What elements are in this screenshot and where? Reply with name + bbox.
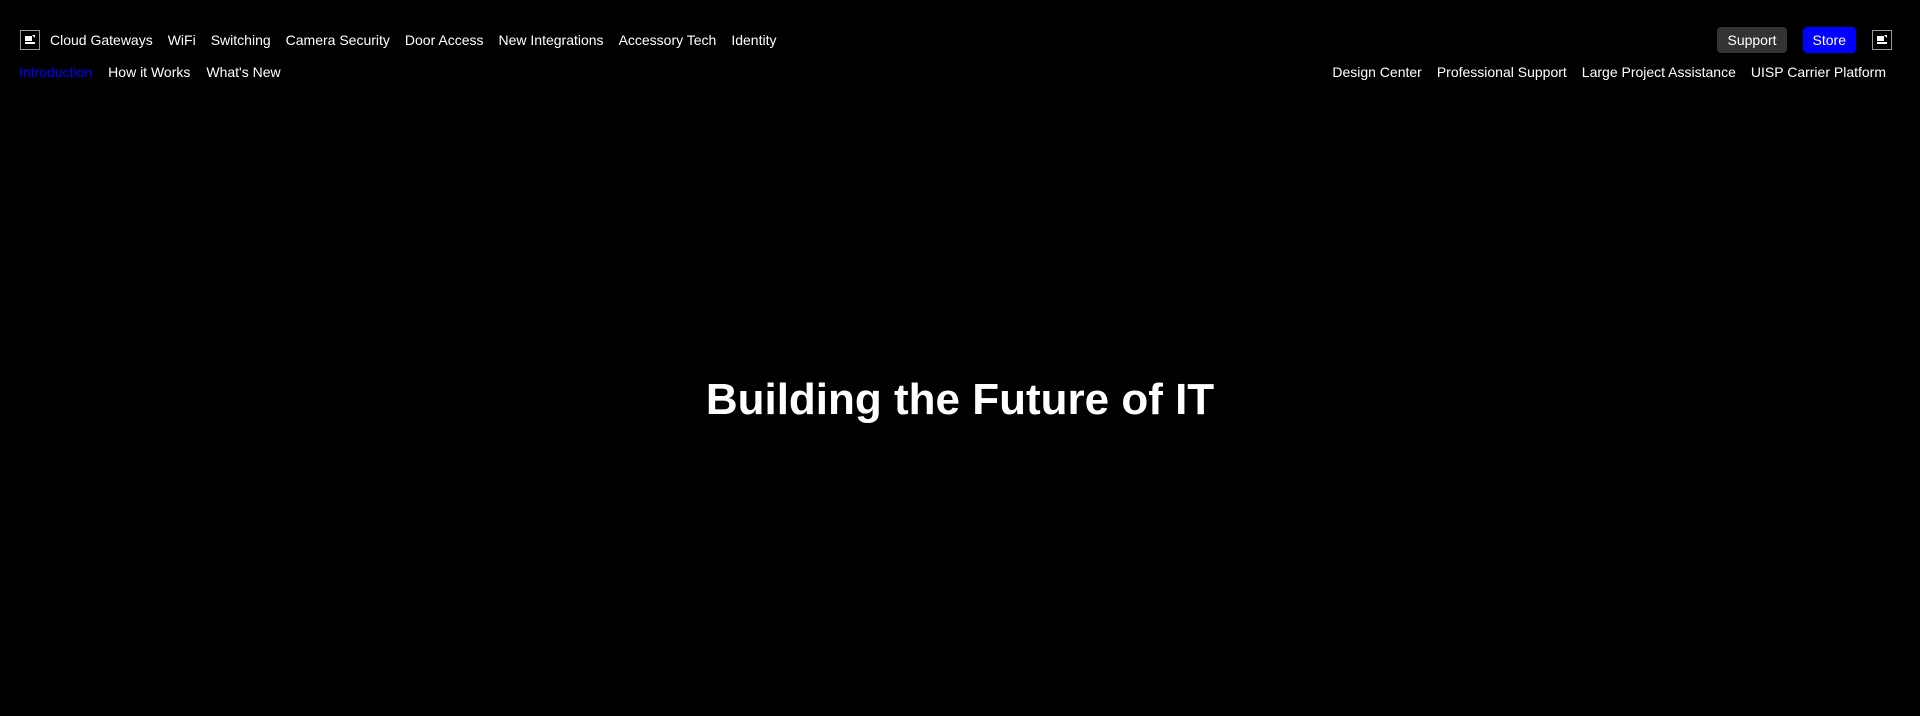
subnav-whats-new[interactable]: What's New — [206, 64, 280, 80]
section-nav: Introduction How it Works What's New — [19, 64, 297, 80]
subnav-design-center[interactable]: Design Center — [1332, 64, 1422, 80]
resources-nav: Design Center Professional Support Large… — [1317, 64, 1886, 80]
secondary-navigation: Introduction How it Works What's New Des… — [19, 62, 1886, 82]
nav-accessory-tech[interactable]: Accessory Tech — [619, 32, 717, 48]
page: Cloud Gateways WiFi Switching Camera Sec… — [0, 0, 1920, 716]
support-button[interactable]: Support — [1717, 27, 1787, 53]
nav-cloud-gateways[interactable]: Cloud Gateways — [50, 32, 153, 48]
broken-image-icon[interactable] — [20, 30, 40, 50]
store-button[interactable]: Store — [1802, 27, 1856, 53]
top-navigation: Cloud Gateways WiFi Switching Camera Sec… — [20, 27, 1892, 53]
nav-wifi[interactable]: WiFi — [168, 32, 196, 48]
nav-switching[interactable]: Switching — [211, 32, 271, 48]
subnav-uisp-carrier-platform[interactable]: UISP Carrier Platform — [1751, 64, 1886, 80]
hero-title: Building the Future of IT — [705, 375, 1215, 424]
subnav-introduction[interactable]: Introduction — [19, 64, 92, 80]
nav-identity[interactable]: Identity — [731, 32, 776, 48]
subnav-how-it-works[interactable]: How it Works — [108, 64, 190, 80]
header-actions: Support Store — [1717, 27, 1892, 53]
subnav-professional-support[interactable]: Professional Support — [1437, 64, 1567, 80]
nav-camera-security[interactable]: Camera Security — [286, 32, 390, 48]
nav-door-access[interactable]: Door Access — [405, 32, 484, 48]
subnav-large-project-assistance[interactable]: Large Project Assistance — [1582, 64, 1736, 80]
account-image-icon[interactable] — [1872, 30, 1892, 50]
primary-nav: Cloud Gateways WiFi Switching Camera Sec… — [20, 30, 791, 50]
nav-new-integrations[interactable]: New Integrations — [499, 32, 604, 48]
